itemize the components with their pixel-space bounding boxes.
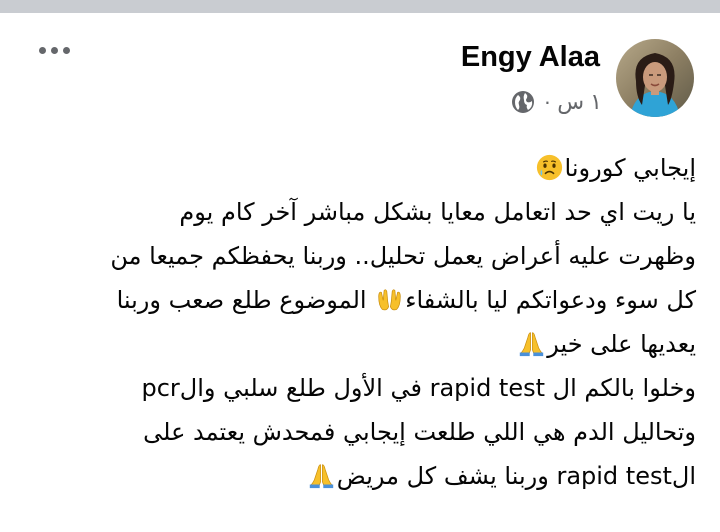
post-line: يا ريت اي حد اتعامل معايا بشكل مباشر آخر… (179, 198, 696, 226)
globe-icon[interactable] (511, 90, 535, 114)
avatar[interactable] (616, 39, 694, 117)
post-line: الrapid test وربنا يشف كل مريض (36, 454, 696, 498)
folded-hands-emoji (309, 464, 333, 489)
post-line: وتحاليل الدم هي اللي طلعت إيجابي فمحدش ي… (143, 418, 696, 446)
post-line: وخلوا بالكم ال rapid test في الأول طلع س… (141, 374, 696, 402)
post-line: كل سوء ودعواتكم ليا بالشفاء الموضوع طلع … (116, 286, 696, 314)
folded-hands-emoji (520, 332, 544, 357)
open-hands-emoji (378, 289, 401, 311)
sad-sweat-face-emoji (536, 154, 562, 181)
feed-divider (0, 0, 720, 13)
post-line: إيجابي كورونا (36, 146, 696, 190)
post-meta: ١ س · (511, 89, 602, 115)
post-timestamp[interactable]: ١ س · (544, 89, 602, 115)
more-options-button[interactable] (34, 38, 74, 62)
more-dots-icon (38, 46, 46, 54)
post-line: وظهرت عليه أعراض يعمل تحليل.. وربنا يحفظ… (110, 242, 696, 270)
post-line: يعديها على خير (36, 322, 696, 366)
post-body: إيجابي كورونا يا ريت اي حد اتعامل معايا … (36, 146, 696, 498)
author-name[interactable]: Engy Alaa (461, 41, 600, 74)
